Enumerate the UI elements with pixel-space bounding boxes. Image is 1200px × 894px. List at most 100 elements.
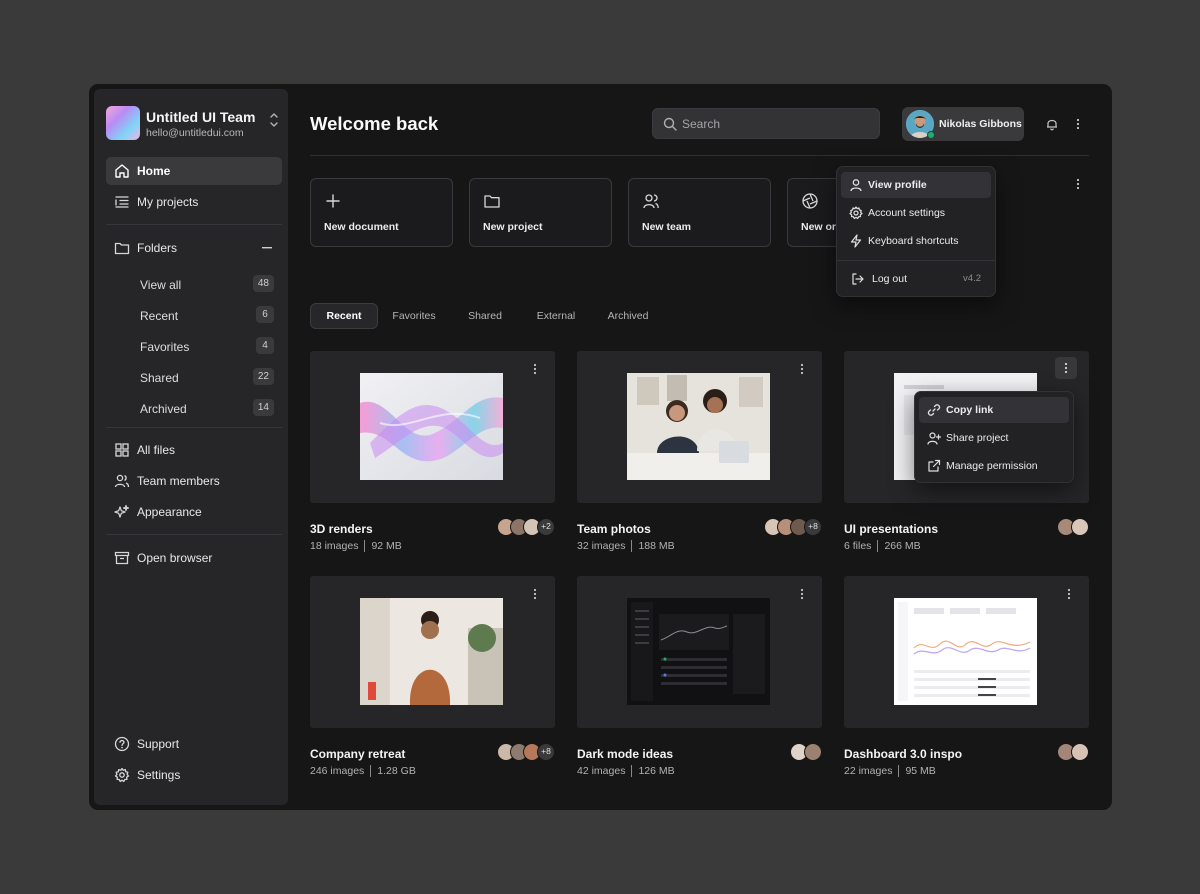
new-team-button[interactable]: New team	[628, 178, 771, 247]
folder-view-all[interactable]: View all 48	[140, 273, 274, 297]
item-count: 42 images	[577, 765, 626, 777]
folder-shared[interactable]: Shared 22	[140, 366, 274, 390]
sidebar-item-team-members[interactable]: Team members	[106, 467, 282, 495]
card-thumbnail[interactable]	[844, 576, 1089, 728]
online-status-dot	[927, 131, 935, 139]
sidebar-item-label: Settings	[137, 768, 181, 782]
card-title: Team photos	[577, 522, 651, 536]
sidebar-item-label: All files	[137, 443, 176, 457]
card-thumbnail[interactable]	[310, 351, 555, 503]
sidebar-item-home[interactable]: Home	[106, 157, 282, 185]
new-project-button[interactable]: New project	[469, 178, 612, 247]
user-plus-icon	[927, 432, 941, 445]
file-size: 266 MB	[884, 540, 921, 552]
divider	[106, 224, 282, 225]
sidebar-item-label: My projects	[137, 195, 199, 209]
share-project-menu-item[interactable]: Share project	[919, 425, 1069, 451]
card-meta: 18 images 92 MB	[310, 540, 402, 553]
view-profile-menu-item[interactable]: View profile	[841, 172, 991, 198]
folder-favorites[interactable]: Favorites 4	[140, 335, 274, 359]
more-vertical-icon[interactable]	[794, 586, 810, 602]
menu-item-label: Log out	[872, 273, 908, 285]
more-vertical-icon[interactable]	[1058, 360, 1074, 376]
team-switcher[interactable]: Untitled UI Team hello@untitledui.com	[106, 106, 282, 142]
sidebar-item-open-browser[interactable]: Open browser	[106, 544, 282, 572]
avatar-overflow-count: +2	[537, 518, 555, 536]
sidebar-item-appearance[interactable]: Appearance	[106, 498, 282, 526]
plus-icon	[326, 194, 340, 208]
folder-archived[interactable]: Archived 14	[140, 397, 274, 421]
quick-action-label: New project	[483, 221, 543, 233]
keyboard-shortcuts-menu-item[interactable]: Keyboard shortcuts	[841, 228, 991, 254]
more-vertical-icon[interactable]	[1071, 177, 1085, 191]
archive-icon	[114, 551, 130, 565]
tab-archived[interactable]: Archived	[596, 303, 660, 329]
avatar-overflow-count: +8	[537, 743, 555, 761]
item-count: 6 files	[844, 540, 872, 552]
avatar-group: +2	[497, 518, 555, 536]
card-thumbnail[interactable]	[577, 351, 822, 503]
card-meta: 22 images 95 MB	[844, 765, 936, 778]
avatar	[1071, 518, 1089, 536]
chevron-selector-icon[interactable]	[268, 110, 280, 130]
log-out-menu-item[interactable]: Log out v4.2	[841, 266, 991, 292]
card-thumbnail[interactable]	[310, 576, 555, 728]
sidebar-item-settings[interactable]: Settings	[106, 761, 282, 789]
external-link-icon	[928, 459, 941, 472]
bell-icon[interactable]	[1045, 117, 1059, 131]
tab-recent[interactable]: Recent	[310, 303, 378, 329]
grid-icon	[115, 443, 129, 457]
more-vertical-icon[interactable]	[527, 586, 543, 602]
sidebar-item-my-projects[interactable]: My projects	[106, 188, 282, 216]
avatar-group: +8	[764, 518, 822, 536]
avatar-group	[1057, 518, 1089, 536]
divider	[106, 534, 282, 535]
account-settings-menu-item[interactable]: Account settings	[841, 200, 991, 226]
new-document-button[interactable]: New document	[310, 178, 453, 247]
sidebar-item-folders[interactable]: Folders	[106, 234, 282, 262]
folder-recent[interactable]: Recent 6	[140, 304, 274, 328]
sidebar-item-all-files[interactable]: All files	[106, 436, 282, 464]
folder-label: Recent	[140, 309, 179, 323]
search-icon	[663, 117, 677, 131]
team-photo-image	[627, 373, 770, 480]
item-count: 22 images	[844, 765, 893, 777]
tab-external[interactable]: External	[524, 303, 588, 329]
sidebar-item-label: Open browser	[137, 551, 213, 565]
avatar-group	[790, 743, 822, 761]
menu-item-label: Copy link	[946, 404, 994, 416]
avatar-overflow-count: +8	[804, 518, 822, 536]
card-title: Dark mode ideas	[577, 747, 674, 761]
users-icon	[643, 194, 659, 209]
light-dashboard-image	[894, 598, 1037, 705]
sidebar-item-label: Support	[137, 737, 180, 751]
collapse-icon[interactable]	[262, 247, 272, 249]
card-title: Company retreat	[310, 747, 406, 761]
card-thumbnail[interactable]	[577, 576, 822, 728]
user-menu-button[interactable]: Nikolas Gibbons	[902, 107, 1024, 141]
card-title: UI presentations	[844, 522, 939, 536]
avatar-group	[1057, 743, 1089, 761]
count-badge: 22	[252, 368, 274, 385]
menu-item-label: Manage permission	[946, 460, 1038, 472]
search-bar[interactable]	[652, 108, 880, 139]
search-input[interactable]	[682, 116, 862, 132]
home-icon	[115, 164, 129, 178]
sidebar-item-support[interactable]: Support	[106, 730, 282, 758]
more-vertical-icon[interactable]	[794, 361, 810, 377]
more-vertical-icon[interactable]	[1071, 117, 1085, 131]
profile-dropdown-menu: View profile Account settings Keyboard s…	[836, 166, 996, 297]
more-vertical-icon[interactable]	[527, 361, 543, 377]
count-badge: 48	[252, 275, 274, 292]
tab-favorites[interactable]: Favorites	[382, 303, 446, 329]
copy-link-menu-item[interactable]: Copy link	[919, 397, 1069, 423]
card-title: Dashboard 3.0 inspo	[844, 747, 963, 761]
manage-permission-menu-item[interactable]: Manage permission	[919, 453, 1069, 479]
tab-shared[interactable]: Shared	[456, 303, 514, 329]
file-size: 126 MB	[638, 765, 675, 777]
version-label: v4.2	[963, 273, 981, 284]
more-vertical-icon[interactable]	[1061, 586, 1077, 602]
menu-divider	[837, 260, 995, 261]
card-meta: 6 files 266 MB	[844, 540, 921, 553]
gear-icon	[114, 767, 130, 783]
